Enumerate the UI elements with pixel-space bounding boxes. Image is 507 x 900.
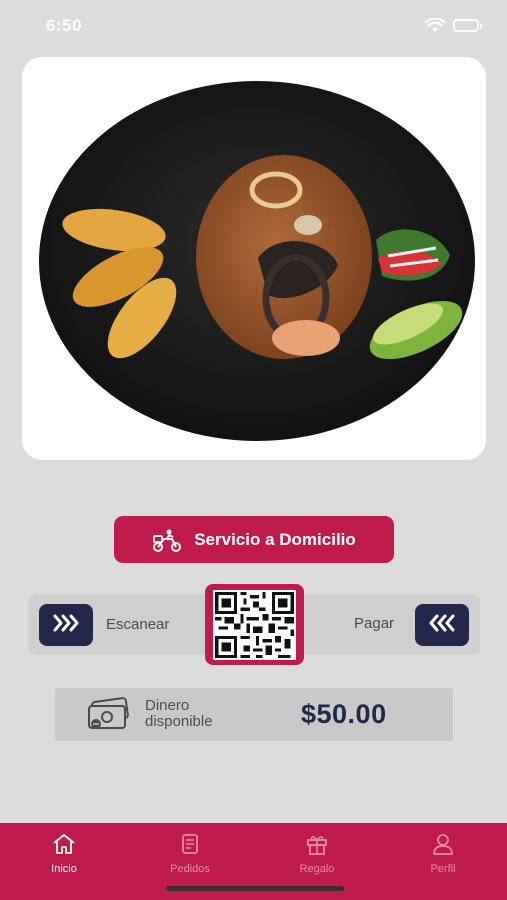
dish-image: [39, 81, 475, 441]
qr-code-icon: [213, 589, 296, 660]
home-indicator: [166, 886, 344, 891]
profile-icon: [431, 833, 455, 860]
money-icon: [87, 696, 131, 737]
qr-code-button[interactable]: [205, 584, 304, 665]
status-time: 6:50: [46, 16, 83, 35]
orders-icon: [178, 833, 202, 860]
tab-pedidos-label: Pedidos: [170, 863, 210, 875]
home-icon: [52, 833, 76, 860]
scan-button[interactable]: [39, 604, 93, 646]
delivery-scooter-icon: [152, 528, 182, 552]
battery-icon: [453, 19, 482, 32]
scan-label: Escanear: [106, 616, 170, 633]
tab-regalo[interactable]: Regalo: [277, 833, 357, 875]
status-icons: [425, 18, 482, 33]
wifi-icon: [425, 18, 445, 33]
tab-inicio[interactable]: Inicio: [24, 833, 104, 875]
tab-perfil-label: Perfil: [430, 863, 456, 875]
tab-regalo-label: Regalo: [299, 863, 335, 875]
balance-amount: $50.00: [301, 699, 387, 729]
gift-icon: [305, 833, 329, 860]
balance-card: Dinero disponible $50.00: [55, 688, 453, 741]
hero-image-card[interactable]: [22, 57, 486, 460]
delivery-service-button[interactable]: Servicio a Domicilio: [114, 516, 394, 563]
chevrons-right-icon: [53, 614, 79, 637]
pay-label: Pagar: [354, 615, 395, 632]
chevrons-left-icon: [429, 614, 455, 637]
status-bar: 6:50: [0, 0, 507, 50]
tab-perfil[interactable]: Perfil: [403, 833, 483, 875]
balance-label-line1: Dinero: [145, 697, 190, 714]
pay-button[interactable]: [415, 604, 469, 646]
tab-inicio-label: Inicio: [51, 863, 77, 875]
balance-label-line2: disponible: [145, 713, 213, 730]
balance-label: Dinero disponible: [145, 698, 213, 730]
tab-pedidos[interactable]: Pedidos: [150, 833, 230, 875]
delivery-service-label: Servicio a Domicilio: [194, 529, 356, 549]
